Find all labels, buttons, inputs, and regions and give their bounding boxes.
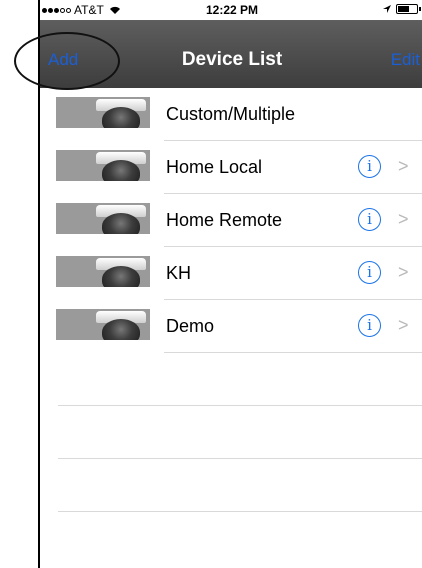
camera-thumbnail <box>56 150 150 181</box>
info-icon[interactable]: i <box>358 314 381 337</box>
camera-dome <box>102 319 140 340</box>
chevron-right-icon: > <box>398 315 409 335</box>
navigation-bar: Add Device List Edit <box>40 20 422 88</box>
chevron-right-icon: > <box>398 156 409 176</box>
device-label: KH <box>166 263 192 283</box>
camera-thumbnail <box>56 97 150 128</box>
camera-dome <box>102 213 140 234</box>
info-icon[interactable]: i <box>358 261 381 284</box>
device-label: Home Local <box>166 157 263 177</box>
device-label: Custom/Multiple <box>166 104 296 124</box>
chevron-right-icon: > <box>398 209 409 229</box>
camera-thumbnail <box>56 309 150 340</box>
camera-thumbnail <box>56 256 150 287</box>
info-icon[interactable]: i <box>358 208 381 231</box>
device-row[interactable]: KH i > <box>40 247 422 300</box>
battery-tip <box>419 7 421 11</box>
status-time: 12:22 PM <box>205 3 259 17</box>
empty-row <box>40 459 422 512</box>
camera-dome <box>102 266 140 287</box>
battery-fill <box>398 6 409 12</box>
camera-thumbnail <box>56 203 150 234</box>
location-arrow-icon <box>383 5 391 13</box>
device-label: Demo <box>166 316 215 336</box>
device-row[interactable]: Custom/Multiple <box>40 88 422 141</box>
status-right <box>382 4 421 14</box>
device-row[interactable]: Home Local i > <box>40 141 422 194</box>
device-list: Custom/Multiple Home Local i > Home Remote i >… <box>40 88 422 512</box>
battery-icon <box>396 4 421 14</box>
page-title: Device List <box>181 49 283 70</box>
edit-button[interactable]: Edit <box>391 50 420 70</box>
phone-screen: AT&T 12:22 PM Add Device List Edit Custo… <box>38 0 422 568</box>
camera-dome <box>102 107 140 128</box>
empty-row <box>40 353 422 406</box>
camera-dome <box>102 160 140 181</box>
info-icon[interactable]: i <box>358 155 381 178</box>
device-row[interactable]: Home Remote i > <box>40 194 422 247</box>
empty-row <box>40 406 422 459</box>
status-bar: AT&T 12:22 PM <box>40 0 422 20</box>
device-row[interactable]: Demo i > <box>40 300 422 353</box>
chevron-right-icon: > <box>398 262 409 282</box>
device-label: Home Remote <box>166 210 283 230</box>
